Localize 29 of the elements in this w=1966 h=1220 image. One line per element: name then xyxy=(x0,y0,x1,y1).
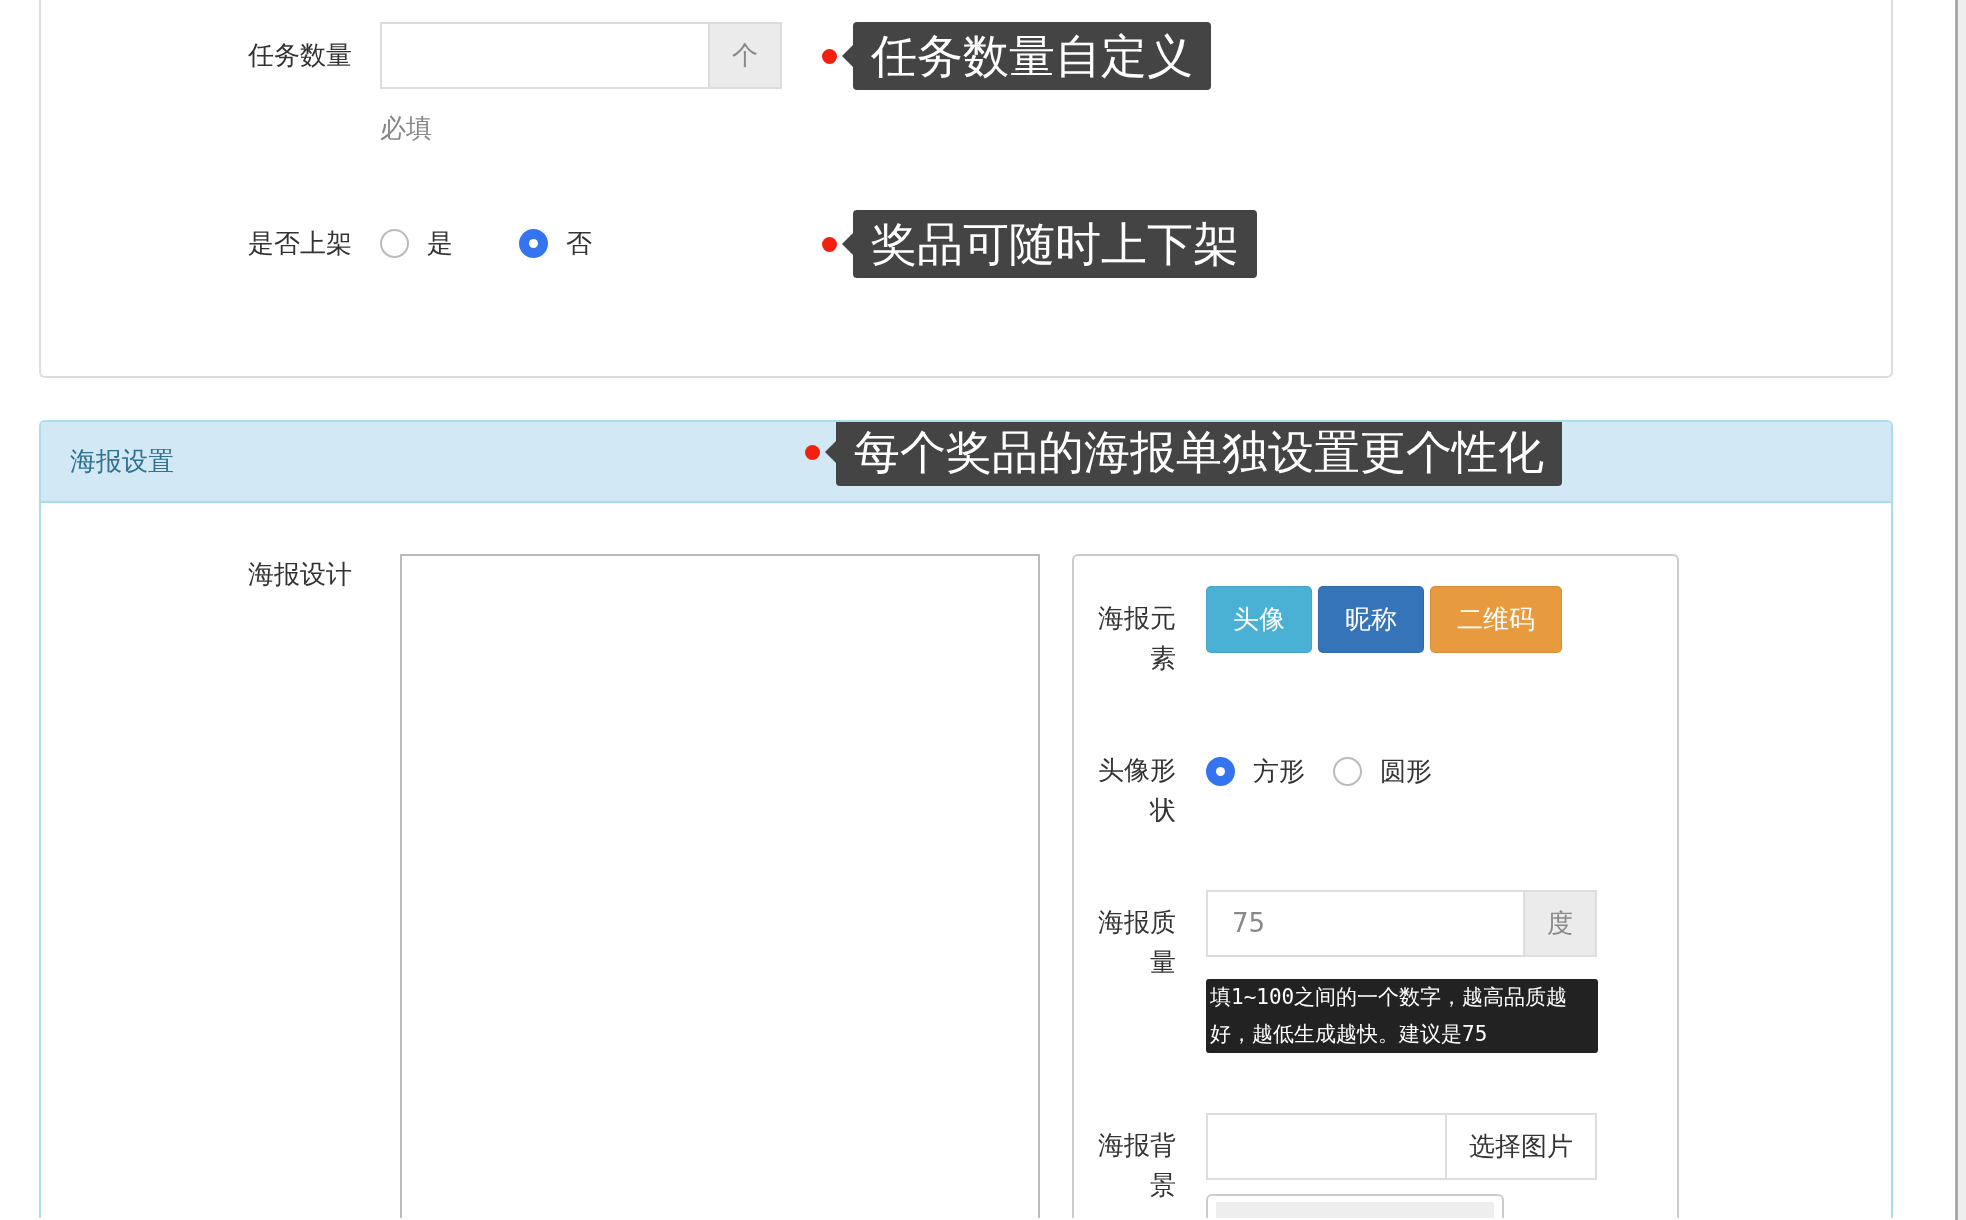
field-label: 海报元素 xyxy=(1097,602,1176,675)
panel-title: 海报设置 xyxy=(70,445,175,478)
scrollbar[interactable] xyxy=(1955,0,1966,1220)
radio-label[interactable]: 是 xyxy=(427,224,453,263)
radio-label[interactable]: 方形 xyxy=(1253,752,1305,791)
input-addon: 个 xyxy=(708,24,780,87)
radio-button[interactable] xyxy=(1333,757,1362,786)
radio-label[interactable]: 圆形 xyxy=(1380,752,1432,791)
field-label: 头像形状 xyxy=(1097,754,1176,827)
help-text: 填1~100之间的一个数字，越高品质越好，越低生成越快。建议是75 xyxy=(1206,979,1598,1053)
callout-tooltip: 每个奖品的海报单独设置更个性化 xyxy=(836,422,1562,486)
callout-dot xyxy=(822,236,837,252)
poster-canvas[interactable] xyxy=(400,554,1040,1218)
field-label: 任务数量 xyxy=(247,39,352,72)
radio-button[interactable] xyxy=(380,229,409,258)
callout-tooltip: 奖品可随时上下架 xyxy=(853,210,1257,278)
help-text: 必填 xyxy=(380,112,433,145)
radio-button[interactable] xyxy=(1206,757,1235,786)
field-label: 海报质量 xyxy=(1097,906,1176,979)
callout-dot xyxy=(805,444,820,460)
field-label: 海报背景 xyxy=(1097,1129,1176,1202)
input-addon: 度 xyxy=(1523,892,1595,955)
field-label: 是否上架 xyxy=(247,227,352,260)
element-button[interactable]: 昵称 xyxy=(1318,586,1424,653)
callout-dot xyxy=(822,48,837,64)
radio-label[interactable]: 否 xyxy=(566,224,592,263)
radio-button[interactable] xyxy=(519,229,548,258)
callout-tooltip: 任务数量自定义 xyxy=(853,22,1211,90)
field-label: 海报设计 xyxy=(247,558,352,591)
